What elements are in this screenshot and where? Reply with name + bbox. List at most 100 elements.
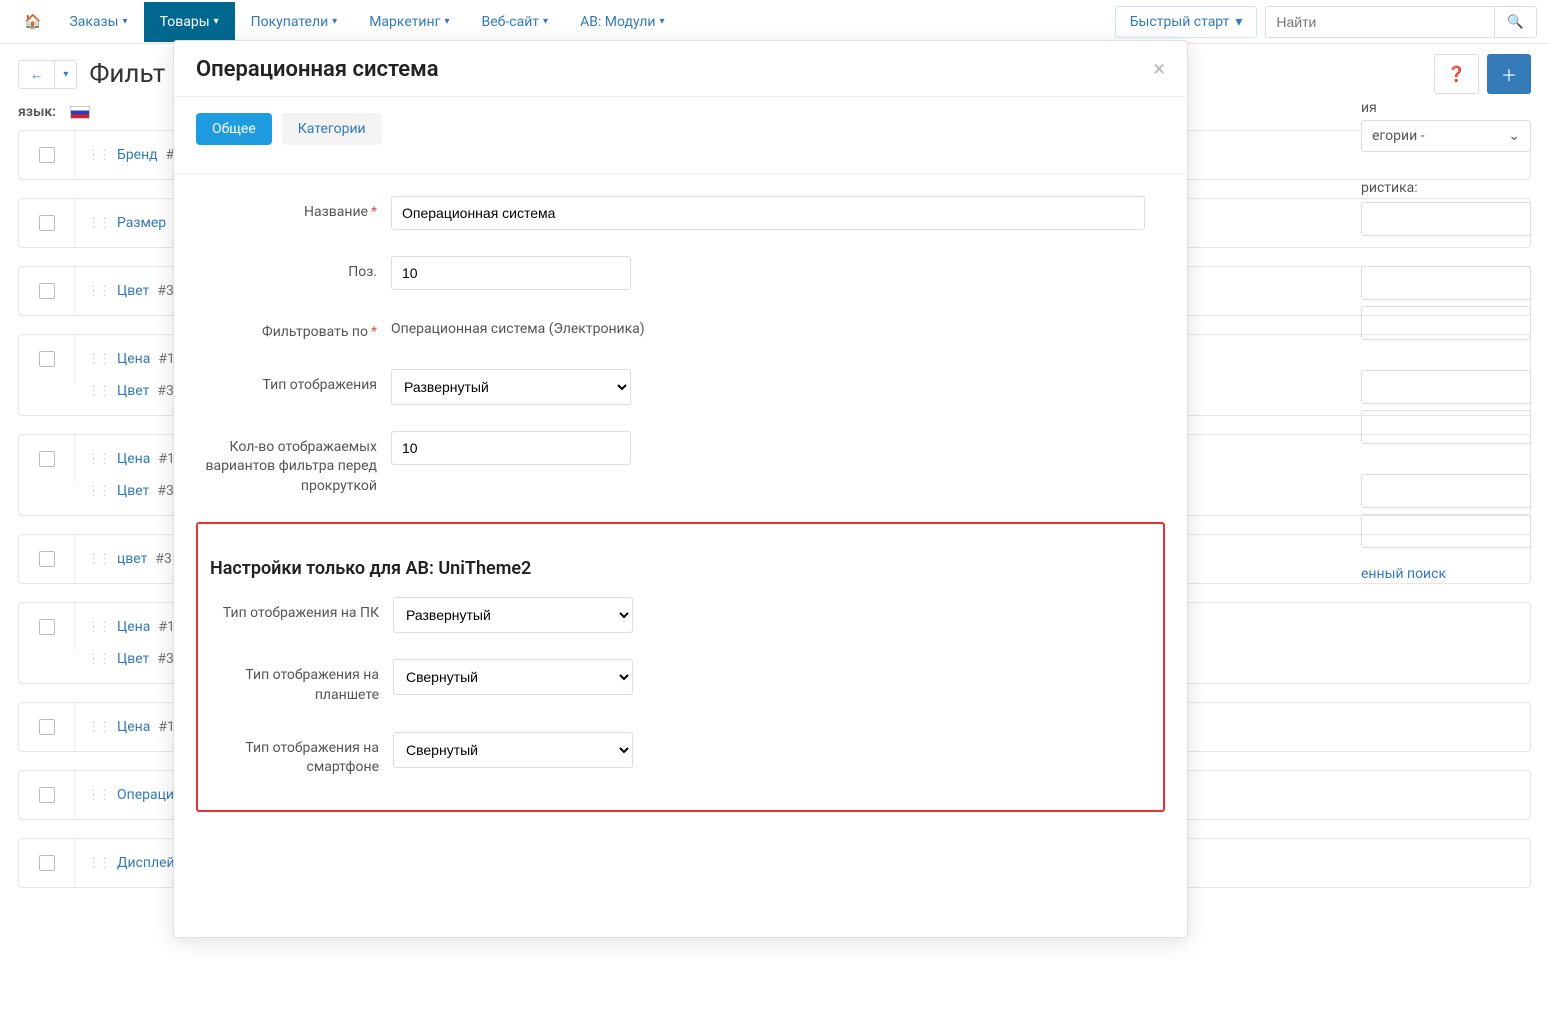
name-label: Название* xyxy=(196,196,391,223)
tab-categories[interactable]: Категории xyxy=(282,113,382,145)
display-phone-label: Тип отображения на смартфоне xyxy=(210,732,393,778)
category-select[interactable]: егории -⌄ xyxy=(1361,120,1531,152)
menu-website[interactable]: Веб-сайт▾ xyxy=(466,2,565,42)
list-checkbox[interactable] xyxy=(39,147,55,163)
menu-products[interactable]: Товары▾ xyxy=(144,2,235,42)
back-dropdown[interactable]: ▾ xyxy=(55,60,77,89)
filter-link[interactable]: цвет xyxy=(117,551,147,567)
drag-icon[interactable]: ⋮⋮ xyxy=(87,620,109,635)
limit-input[interactable] xyxy=(391,431,631,465)
pos-label: Поз. xyxy=(196,256,391,283)
filter-link[interactable]: Цвет xyxy=(117,651,149,667)
main-menu: Заказы▾ Товары▾ Покупатели▾ Маркетинг▾ В… xyxy=(53,2,1114,42)
search-button[interactable]: 🔍 xyxy=(1495,6,1537,38)
page-title: Фильт xyxy=(89,59,165,89)
advanced-search-link[interactable]: енный поиск xyxy=(1361,566,1531,582)
unitheme-heading: Настройки только для AB: UniTheme2 xyxy=(210,558,1151,579)
caret-icon: ▾ xyxy=(332,16,337,27)
filter-link[interactable]: Бренд xyxy=(117,147,158,163)
display-tablet-select[interactable]: Свернутый xyxy=(393,659,633,695)
char-input-3[interactable] xyxy=(1361,306,1531,340)
search-input[interactable] xyxy=(1265,6,1495,38)
list-checkbox[interactable] xyxy=(39,719,55,735)
filter-link[interactable]: Цвет xyxy=(117,283,149,299)
drag-icon[interactable]: ⋮⋮ xyxy=(87,216,109,231)
display-type-label: Тип отображения xyxy=(196,369,391,396)
char-input-5[interactable] xyxy=(1361,410,1531,444)
caret-icon: ▾ xyxy=(1235,14,1242,30)
list-checkbox[interactable] xyxy=(39,855,55,871)
display-type-select[interactable]: Развернутый xyxy=(391,369,631,405)
filter-link[interactable]: Цвет xyxy=(117,383,149,399)
add-button[interactable]: ＋ xyxy=(1487,54,1531,94)
menu-marketing[interactable]: Маркетинг▾ xyxy=(353,2,465,42)
filter-edit-modal: Операционная система × Общее Категории Н… xyxy=(173,40,1188,938)
menu-ab-modules[interactable]: AB: Модули▾ xyxy=(564,2,680,42)
caret-icon: ▾ xyxy=(659,16,664,27)
list-checkbox[interactable] xyxy=(39,619,55,635)
list-checkbox[interactable] xyxy=(39,351,55,367)
drag-icon[interactable]: ⋮⋮ xyxy=(87,452,109,467)
char-input-7[interactable] xyxy=(1361,514,1531,548)
menu-customers[interactable]: Покупатели▾ xyxy=(235,2,354,42)
list-checkbox[interactable] xyxy=(39,551,55,567)
drag-icon[interactable]: ⋮⋮ xyxy=(87,652,109,667)
lang-label: язык: xyxy=(18,104,56,120)
drag-icon[interactable]: ⋮⋮ xyxy=(87,788,109,803)
display-tablet-label: Тип отображения на планшете xyxy=(210,659,393,705)
char-input-1[interactable] xyxy=(1361,202,1531,236)
unitheme-settings-box: Настройки только для AB: UniTheme2 Тип о… xyxy=(196,522,1165,811)
display-phone-select[interactable]: Свернутый xyxy=(393,732,633,768)
caret-icon: ▾ xyxy=(214,16,219,27)
top-nav: 🏠 Заказы▾ Товары▾ Покупатели▾ Маркетинг▾… xyxy=(0,0,1549,44)
right-sidebar: ия егории -⌄ ристика: енный поиск xyxy=(1361,100,1531,582)
list-checkbox[interactable] xyxy=(39,451,55,467)
home-icon[interactable]: 🏠 xyxy=(12,14,53,30)
filter-by-value: Операционная система (Электроника) xyxy=(391,316,1165,340)
help-button[interactable]: ❓ xyxy=(1434,54,1479,94)
drag-icon[interactable]: ⋮⋮ xyxy=(87,148,109,163)
filter-link[interactable]: Дисплей xyxy=(117,855,175,871)
modal-close-button[interactable]: × xyxy=(1153,57,1165,82)
required-icon: * xyxy=(371,204,377,220)
arrow-left-icon: ← xyxy=(30,67,43,82)
help-icon: ❓ xyxy=(1447,66,1466,83)
tab-general[interactable]: Общее xyxy=(196,113,272,145)
caret-icon: ▾ xyxy=(63,69,68,80)
drag-icon[interactable]: ⋮⋮ xyxy=(87,484,109,499)
drag-icon[interactable]: ⋮⋮ xyxy=(87,856,109,871)
drag-icon[interactable]: ⋮⋮ xyxy=(87,384,109,399)
quick-start-button[interactable]: Быстрый старт▾ xyxy=(1115,6,1258,38)
close-icon: × xyxy=(1153,57,1165,82)
display-pc-label: Тип отображения на ПК xyxy=(210,597,393,624)
filter-link[interactable]: Размер xyxy=(117,215,166,231)
list-checkbox[interactable] xyxy=(39,787,55,803)
filter-link[interactable]: Цена xyxy=(117,719,150,735)
drag-icon[interactable]: ⋮⋮ xyxy=(87,720,109,735)
char-input-2[interactable] xyxy=(1361,266,1531,300)
filter-link[interactable]: Цена xyxy=(117,451,150,467)
flag-ru-icon[interactable] xyxy=(70,106,90,119)
drag-icon[interactable]: ⋮⋮ xyxy=(87,352,109,367)
filter-link[interactable]: Цена xyxy=(117,619,150,635)
display-pc-select[interactable]: Развернутый xyxy=(393,597,633,633)
char-input-6[interactable] xyxy=(1361,474,1531,508)
drag-icon[interactable]: ⋮⋮ xyxy=(87,552,109,567)
filter-by-label: Фильтровать по* xyxy=(196,316,391,343)
filter-link[interactable]: Цвет xyxy=(117,483,149,499)
pos-input[interactable] xyxy=(391,256,631,290)
list-checkbox[interactable] xyxy=(39,283,55,299)
list-checkbox[interactable] xyxy=(39,215,55,231)
name-input[interactable] xyxy=(391,196,1145,230)
caret-icon: ▾ xyxy=(123,16,128,27)
filter-link[interactable]: Цена xyxy=(117,351,150,367)
menu-orders[interactable]: Заказы▾ xyxy=(53,2,143,42)
drag-icon[interactable]: ⋮⋮ xyxy=(87,284,109,299)
caret-icon: ▾ xyxy=(543,16,548,27)
caret-icon: ▾ xyxy=(444,16,449,27)
back-button[interactable]: ← xyxy=(18,60,55,89)
char-input-4[interactable] xyxy=(1361,370,1531,404)
plus-icon: ＋ xyxy=(1501,68,1517,85)
limit-label: Кол-во отображаемых вариантов фильтра пе… xyxy=(196,431,391,497)
search-icon: 🔍 xyxy=(1507,14,1524,29)
